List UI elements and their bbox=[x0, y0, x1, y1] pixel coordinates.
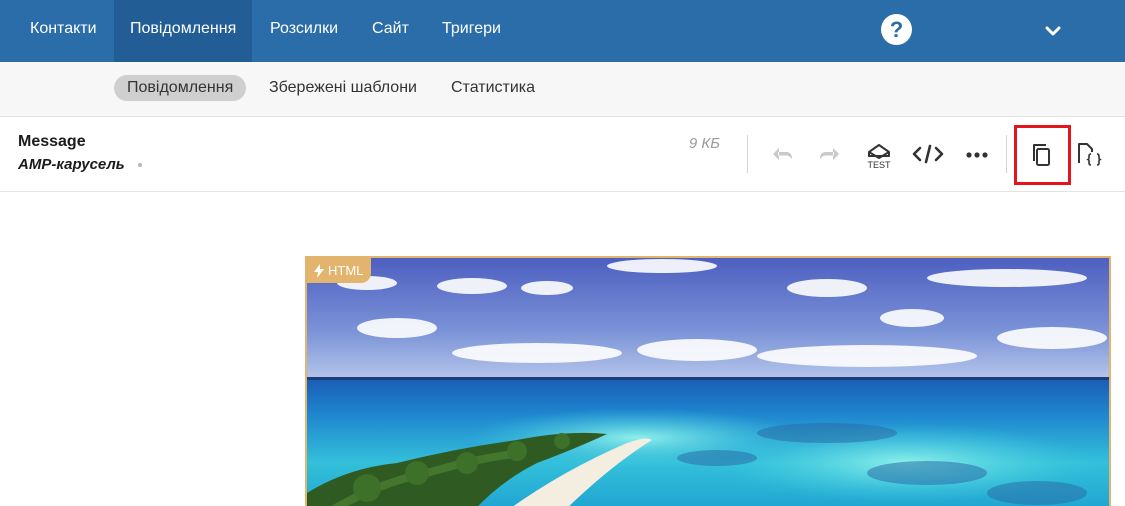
redo-icon[interactable] bbox=[813, 137, 847, 171]
tab-messages[interactable]: Повідомлення bbox=[114, 75, 247, 101]
message-preview: HTML bbox=[305, 256, 1111, 506]
send-test-icon[interactable]: TEST bbox=[862, 137, 896, 171]
help-button[interactable]: ? bbox=[881, 14, 912, 45]
sub-navigation: Повідомлення Збережені шаблони Статистик… bbox=[0, 62, 1125, 117]
more-icon[interactable] bbox=[960, 137, 994, 171]
html-badge-label: HTML bbox=[328, 263, 364, 278]
message-toolbar: Message AMP-карусель 9 КБ TEST bbox=[0, 117, 1125, 192]
tab-saved-templates[interactable]: Збережені шаблони bbox=[256, 75, 430, 101]
nav-item-messages[interactable]: Повідомлення bbox=[114, 0, 253, 62]
code-icon[interactable] bbox=[911, 137, 945, 171]
nav-item-triggers[interactable]: Тригери bbox=[426, 0, 517, 62]
status-dot bbox=[138, 163, 142, 167]
nav-item-site[interactable]: Сайт bbox=[356, 0, 425, 62]
toolbar-divider bbox=[747, 135, 748, 173]
message-type-label: Message bbox=[18, 133, 86, 150]
undo-icon[interactable] bbox=[765, 137, 799, 171]
message-size: 9 КБ bbox=[688, 135, 720, 152]
lightning-icon bbox=[314, 263, 324, 278]
chevron-down-icon[interactable] bbox=[1040, 18, 1066, 44]
json-file-icon[interactable] bbox=[1072, 137, 1106, 171]
toolbar-divider bbox=[1006, 135, 1007, 173]
nav-item-contacts[interactable]: Контакти bbox=[14, 0, 113, 62]
message-name[interactable]: AMP-карусель bbox=[18, 156, 125, 173]
html-badge: HTML bbox=[307, 258, 372, 283]
tropical-beach-photo bbox=[307, 258, 1109, 506]
tab-statistics[interactable]: Статистика bbox=[438, 75, 548, 101]
send-test-label: TEST bbox=[867, 160, 891, 170]
top-navigation: Контакти Повідомлення Розсилки Сайт Триг… bbox=[0, 0, 1125, 62]
nav-item-mailings[interactable]: Розсилки bbox=[254, 0, 354, 62]
highlight-frame bbox=[1014, 125, 1071, 185]
